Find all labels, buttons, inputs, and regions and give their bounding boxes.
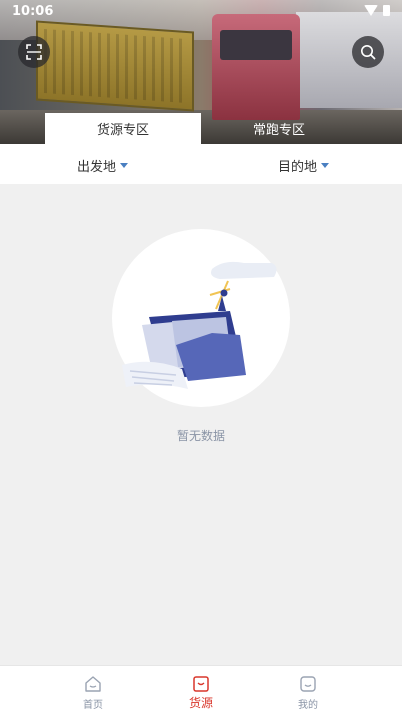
status-bar: 10:06 bbox=[0, 0, 402, 24]
nav-label-goods: 货源 bbox=[188, 696, 213, 710]
caret-down-icon bbox=[120, 163, 129, 168]
filter-bar: 出发地 目的地 bbox=[0, 144, 402, 184]
app-screen: 10:06 货源专区 常跑专区 出发地 目的地 暂无数据 首页 货源 我的 bbox=[0, 0, 402, 716]
shipping-container-image bbox=[36, 20, 194, 112]
truck-cab-image bbox=[212, 14, 300, 120]
battery-icon bbox=[383, 5, 390, 16]
bottom-nav: 首页 货源 我的 bbox=[0, 665, 402, 716]
wifi-icon bbox=[364, 5, 378, 16]
destination-filter-dropdown[interactable]: 目的地 bbox=[278, 156, 330, 175]
search-button[interactable] bbox=[352, 36, 384, 68]
status-time: 10:06 bbox=[12, 4, 54, 19]
origin-filter-dropdown[interactable]: 出发地 bbox=[77, 156, 129, 175]
destination-filter-label: 目的地 bbox=[278, 160, 318, 175]
home-icon bbox=[85, 676, 101, 692]
search-icon bbox=[361, 45, 376, 60]
nav-item-goods[interactable]: 货源 bbox=[171, 675, 231, 711]
empty-folder-illustration bbox=[112, 229, 290, 407]
caret-down-icon bbox=[321, 163, 330, 168]
truck-trailer-image bbox=[296, 12, 402, 108]
nav-label-mine: 我的 bbox=[298, 700, 318, 711]
scan-icon bbox=[26, 44, 42, 60]
goods-icon bbox=[193, 676, 209, 692]
scan-button[interactable] bbox=[18, 36, 50, 68]
nav-item-mine[interactable]: 我的 bbox=[278, 675, 338, 711]
profile-icon bbox=[300, 676, 316, 692]
empty-state-message: 暂无数据 bbox=[176, 429, 225, 443]
nav-label-home: 首页 bbox=[83, 700, 103, 711]
tab-frequent-routes[interactable]: 常跑专区 bbox=[201, 113, 357, 144]
tab-goods-zone[interactable]: 货源专区 bbox=[45, 113, 201, 144]
origin-filter-label: 出发地 bbox=[77, 160, 117, 175]
nav-item-home[interactable]: 首页 bbox=[63, 675, 123, 711]
